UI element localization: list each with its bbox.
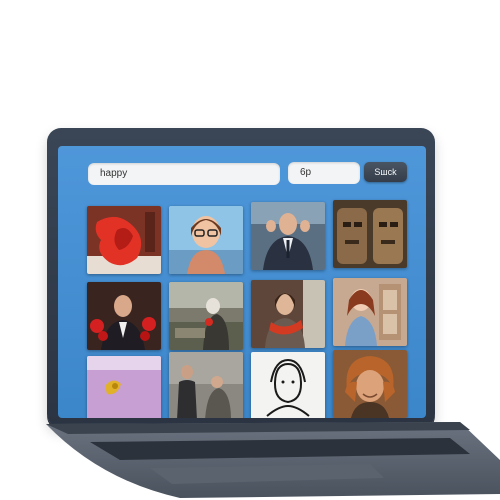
thumbnail-street-scene[interactable]: [169, 282, 243, 350]
thumbnail-people-by-wall[interactable]: [169, 352, 243, 418]
thumbnail-man-with-flowers[interactable]: [87, 282, 161, 350]
thumbnail-woman-red-scarf[interactable]: [251, 280, 325, 348]
thumbnail-curly-haired-man[interactable]: [333, 350, 407, 418]
thumbnail-purple-gold[interactable]: [87, 356, 161, 418]
thumbnail-child-with-glasses[interactable]: [169, 206, 243, 274]
search-input[interactable]: happy: [88, 163, 280, 185]
thumbnail-line-drawing-face[interactable]: [251, 352, 325, 418]
thumbnail-red-sculpture[interactable]: [87, 206, 161, 274]
app-screen: happy 6p Sшck: [58, 146, 426, 418]
search-button[interactable]: Sшck: [364, 162, 407, 182]
image-results-grid: [87, 198, 407, 418]
laptop-base: [40, 420, 500, 500]
thumbnail-man-in-suit[interactable]: [251, 202, 325, 270]
thumbnail-girl-in-doorway[interactable]: [333, 278, 407, 346]
result-count-field[interactable]: 6p: [288, 162, 360, 184]
thumbnail-wooden-masks[interactable]: [333, 200, 407, 268]
